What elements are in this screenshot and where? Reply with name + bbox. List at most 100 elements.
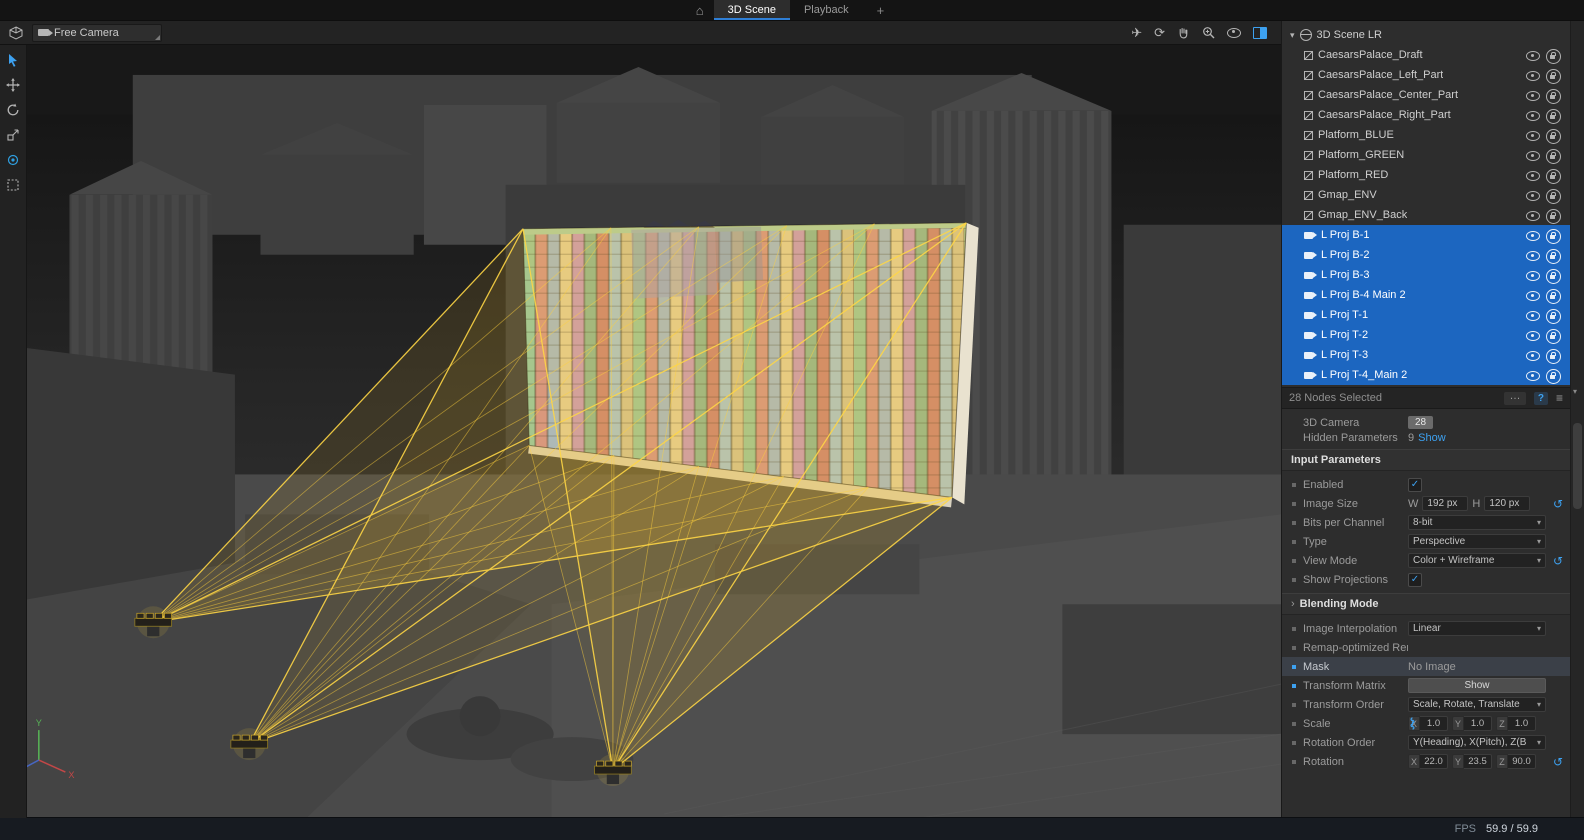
snap-tool-icon[interactable] — [4, 151, 22, 169]
tree-item[interactable]: Platform_GREEN — [1282, 145, 1570, 165]
scale-y-input[interactable]: 1.0 — [1464, 716, 1492, 731]
visibility-icon[interactable] — [1526, 191, 1540, 204]
tree-item[interactable]: Gmap_ENV — [1282, 185, 1570, 205]
show-hide-eye-icon[interactable] — [1227, 28, 1241, 38]
tree-item[interactable]: Platform_RED — [1282, 165, 1570, 185]
lock-icon[interactable] — [1546, 109, 1561, 124]
tree-item[interactable]: CaesarsPalace_Right_Part — [1282, 105, 1570, 125]
scale-z-input[interactable]: 1.0 — [1508, 716, 1536, 731]
lock-icon[interactable] — [1546, 309, 1561, 324]
move-tool-icon[interactable] — [4, 76, 22, 94]
viewport-gizmo-icon[interactable] — [8, 26, 24, 40]
panel-scrollbar[interactable]: ▾ — [1570, 21, 1584, 818]
reset-icon[interactable]: ↺ — [1553, 555, 1563, 567]
3d-viewport[interactable]: Y X Z — [0, 45, 1281, 818]
interpolation-dropdown[interactable]: Linear▾ — [1408, 621, 1546, 636]
scale-tool-icon[interactable] — [4, 126, 22, 144]
param-mask[interactable]: Mask No Image — [1282, 657, 1570, 676]
home-tab[interactable]: ⌂ — [686, 0, 714, 20]
zoom-icon[interactable] — [1202, 26, 1215, 39]
visibility-icon[interactable] — [1526, 371, 1540, 384]
rotation-z-input[interactable]: 90.0 — [1508, 754, 1536, 769]
lock-icon[interactable] — [1546, 269, 1561, 284]
pan-hand-icon[interactable] — [1177, 26, 1190, 39]
tab-playback[interactable]: Playback — [790, 0, 863, 20]
marquee-select-tool-icon[interactable] — [4, 176, 22, 194]
visibility-icon[interactable] — [1526, 291, 1540, 304]
lock-icon[interactable] — [1546, 129, 1561, 144]
orbit-icon[interactable]: ⟳ — [1154, 26, 1165, 39]
split-view-icon[interactable] — [1253, 27, 1267, 39]
visibility-icon[interactable] — [1526, 71, 1540, 84]
rotation-y-input[interactable]: 23.5 — [1464, 754, 1492, 769]
visibility-icon[interactable] — [1526, 151, 1540, 164]
lock-icon[interactable] — [1546, 189, 1561, 204]
reset-icon[interactable]: ↺ — [1553, 756, 1563, 768]
camera-selector-dropdown[interactable]: Free Camera — [32, 24, 162, 42]
tree-item[interactable]: Gmap_ENV_Back — [1282, 205, 1570, 225]
help-icon[interactable]: ? — [1534, 392, 1548, 405]
show-matrix-button[interactable]: Show — [1408, 678, 1546, 693]
show-hidden-link[interactable]: Show — [1418, 432, 1446, 444]
tree-item-selected[interactable]: L Proj B-3 — [1282, 265, 1570, 285]
section-input-parameters[interactable]: Input Parameters — [1282, 449, 1570, 471]
type-dropdown[interactable]: Perspective▾ — [1408, 534, 1546, 549]
tree-item-selected[interactable]: L Proj B-1 — [1282, 225, 1570, 245]
visibility-icon[interactable] — [1526, 311, 1540, 324]
lock-icon[interactable] — [1546, 209, 1561, 224]
section-blending-mode[interactable]: › Blending Mode — [1282, 593, 1570, 615]
show-projections-checkbox[interactable]: ✓ — [1408, 573, 1422, 587]
scroll-down-icon[interactable]: ▾ — [1573, 387, 1577, 396]
view-mode-dropdown[interactable]: Color + Wireframe▾ — [1408, 553, 1546, 568]
visibility-icon[interactable] — [1526, 51, 1540, 64]
rotation-x-input[interactable]: 22.0 — [1420, 754, 1448, 769]
scrollbar-handle[interactable] — [1573, 423, 1582, 509]
tree-item-selected[interactable]: L Proj B-4 Main 2 — [1282, 285, 1570, 305]
visibility-icon[interactable] — [1526, 351, 1540, 364]
visibility-icon[interactable] — [1526, 211, 1540, 224]
select-tool-icon[interactable] — [4, 51, 22, 69]
menu-icon[interactable]: ≡ — [1556, 391, 1563, 405]
height-input[interactable]: 120 px — [1484, 496, 1530, 511]
tree-root[interactable]: ▾ 3D Scene LR — [1282, 25, 1570, 45]
rotation-order-dropdown[interactable]: Y(Heading), X(Pitch), Z(B▾ — [1408, 735, 1546, 750]
visibility-icon[interactable] — [1526, 171, 1540, 184]
tree-item-selected[interactable]: L Proj B-2 — [1282, 245, 1570, 265]
lock-icon[interactable] — [1546, 369, 1561, 384]
tab-3d-scene[interactable]: 3D Scene — [714, 0, 790, 20]
tree-item[interactable]: CaesarsPalace_Left_Part — [1282, 65, 1570, 85]
lock-icon[interactable] — [1546, 229, 1561, 244]
lock-icon[interactable] — [1546, 49, 1561, 64]
transform-order-dropdown[interactable]: Scale, Rotate, Translate▾ — [1408, 697, 1546, 712]
tree-item-selected[interactable]: L Proj T-1 — [1282, 305, 1570, 325]
more-icon[interactable]: … — [1504, 392, 1526, 405]
reset-icon[interactable]: ↺ — [1553, 498, 1563, 510]
tree-item-selected[interactable]: L Proj T-3 — [1282, 345, 1570, 365]
visibility-icon[interactable] — [1526, 231, 1540, 244]
rotate-tool-icon[interactable] — [4, 101, 22, 119]
fly-mode-icon[interactable]: ✈ — [1131, 26, 1142, 39]
enabled-checkbox[interactable]: ✓ — [1408, 478, 1422, 492]
visibility-icon[interactable] — [1526, 131, 1540, 144]
lock-icon[interactable] — [1546, 249, 1561, 264]
uniform-scale-link-icon[interactable] — [1407, 717, 1418, 733]
visibility-icon[interactable] — [1526, 271, 1540, 284]
add-tab-button[interactable]: + — [863, 0, 899, 20]
visibility-icon[interactable] — [1526, 251, 1540, 264]
visibility-icon[interactable] — [1526, 111, 1540, 124]
visibility-icon[interactable] — [1526, 331, 1540, 344]
chevron-down-icon[interactable]: ▾ — [1290, 30, 1295, 41]
lock-icon[interactable] — [1546, 329, 1561, 344]
tree-item-selected[interactable]: L Proj T-4_Main 2 — [1282, 365, 1570, 385]
tree-item[interactable]: Platform_BLUE — [1282, 125, 1570, 145]
tree-item-selected[interactable]: L Proj T-2 — [1282, 325, 1570, 345]
lock-icon[interactable] — [1546, 89, 1561, 104]
lock-icon[interactable] — [1546, 289, 1561, 304]
lock-icon[interactable] — [1546, 169, 1561, 184]
lock-icon[interactable] — [1546, 69, 1561, 84]
lock-icon[interactable] — [1546, 149, 1561, 164]
lock-icon[interactable] — [1546, 349, 1561, 364]
tree-item[interactable]: CaesarsPalace_Center_Part — [1282, 85, 1570, 105]
visibility-icon[interactable] — [1526, 91, 1540, 104]
scale-x-input[interactable]: 1.0 — [1420, 716, 1448, 731]
